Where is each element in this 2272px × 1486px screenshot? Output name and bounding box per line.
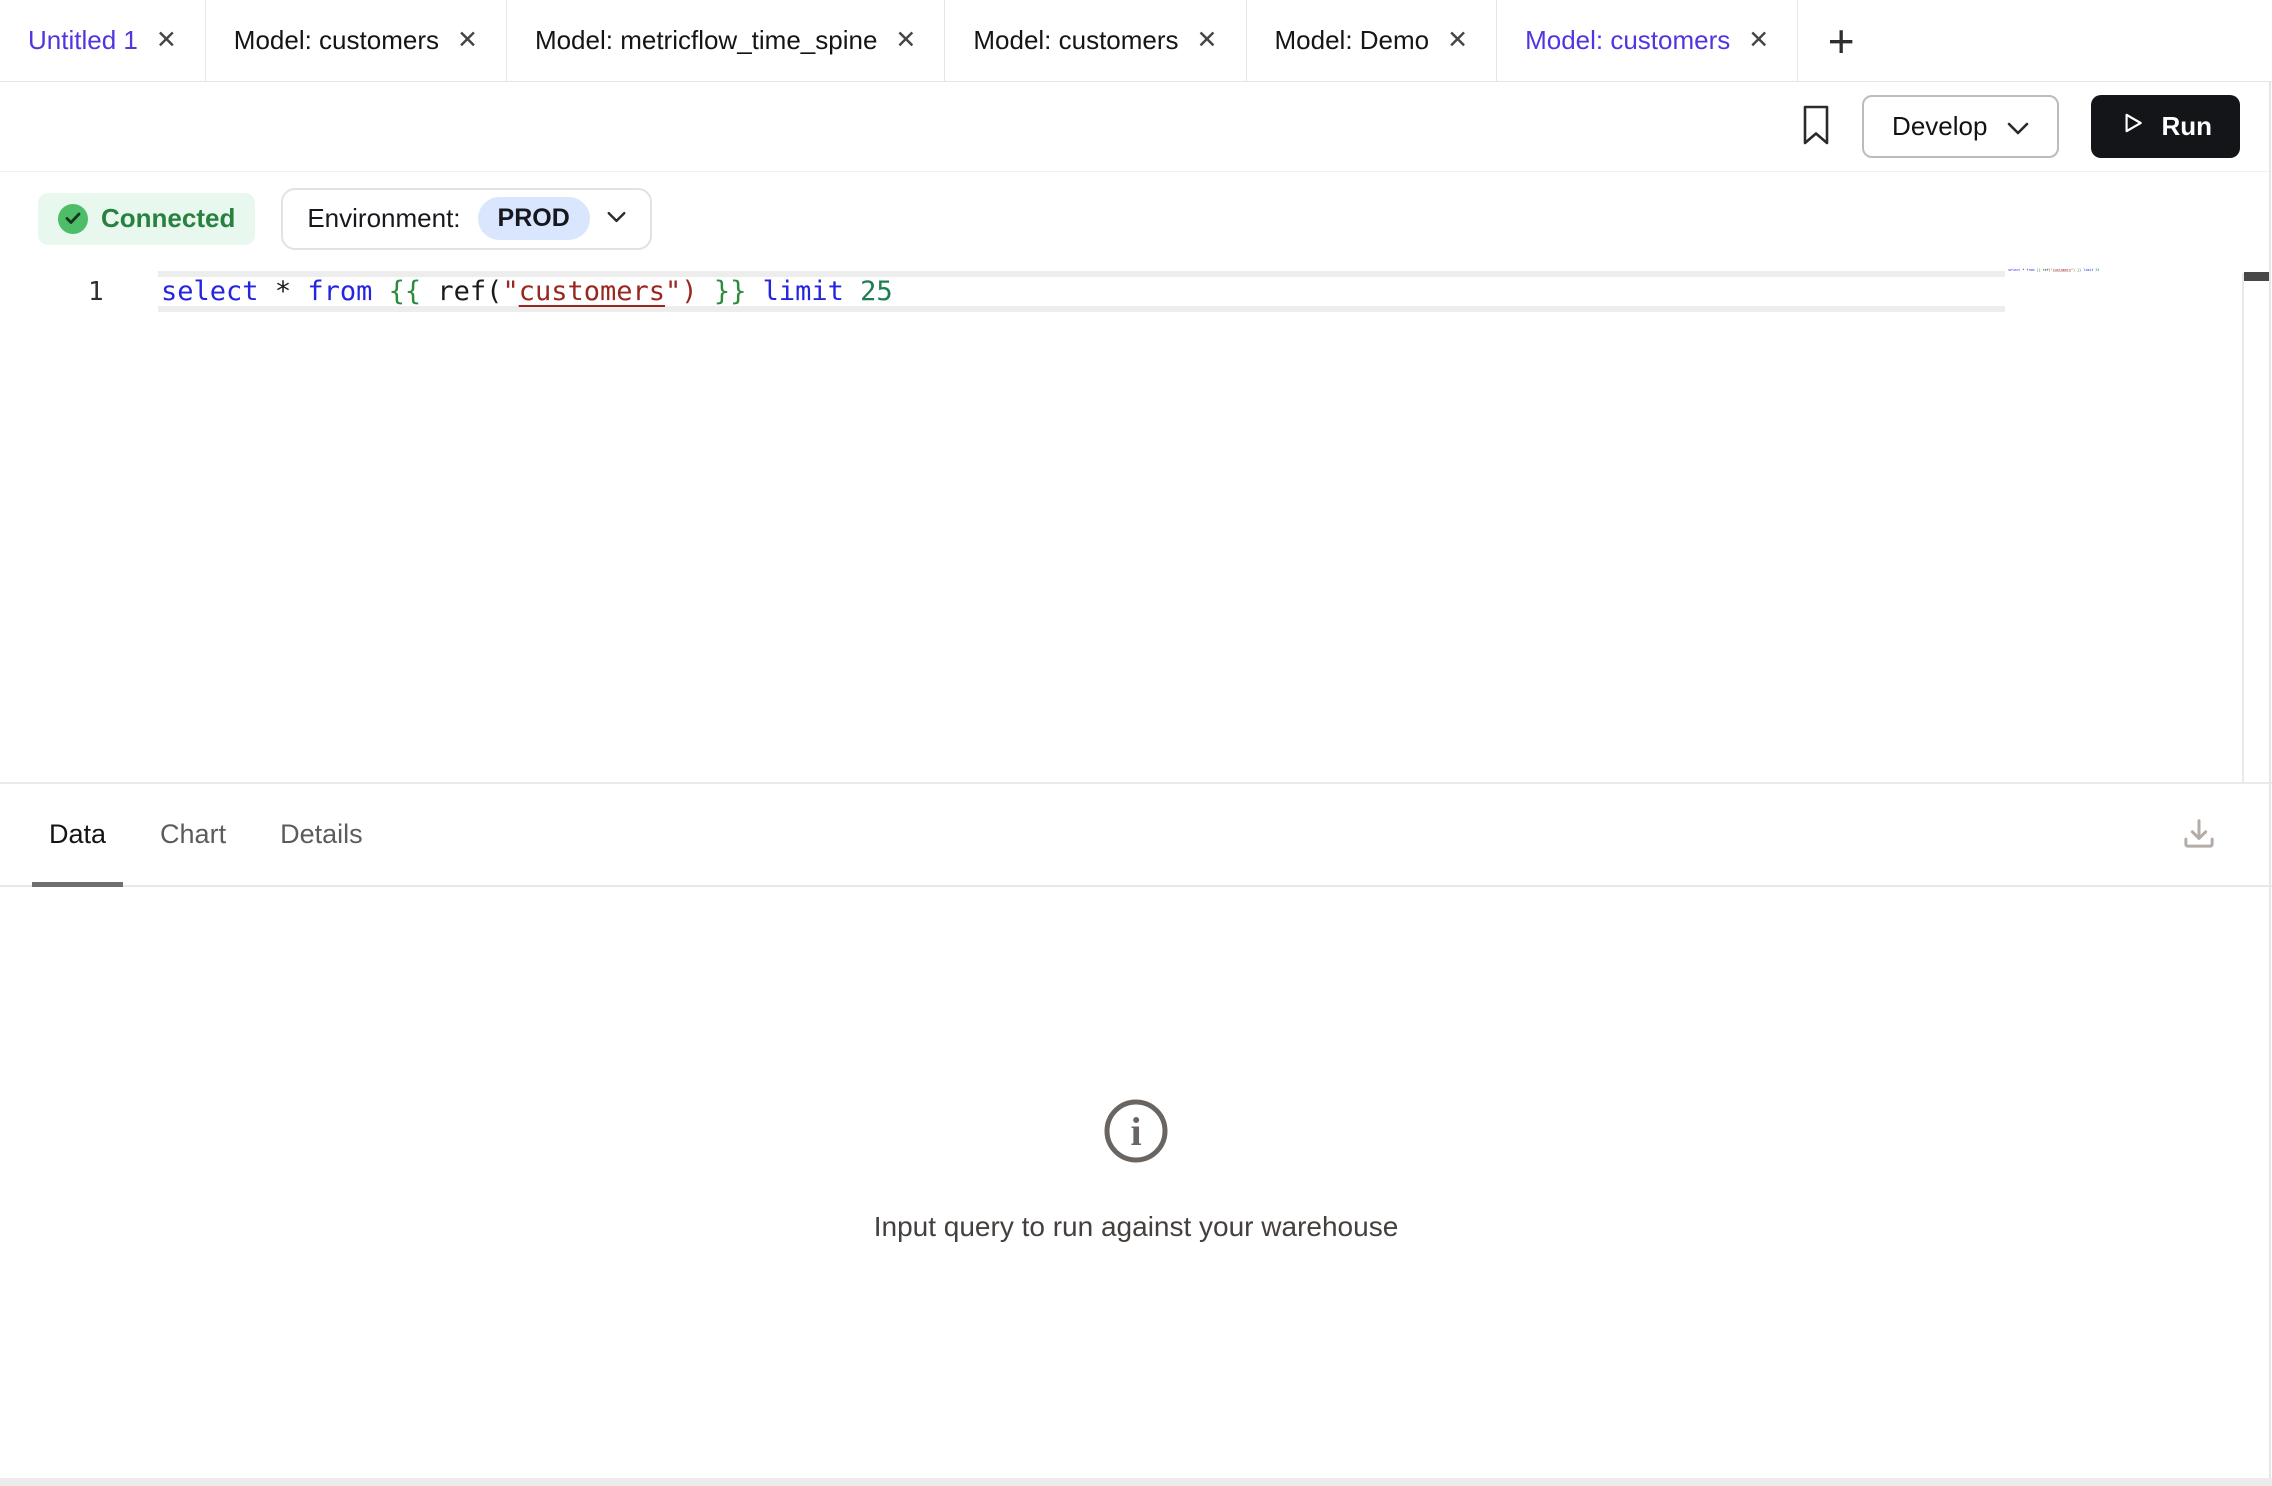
- code-token: ref(: [2041, 268, 2051, 272]
- right-edge-border: [2269, 82, 2271, 1478]
- close-icon[interactable]: ✕: [1748, 28, 1769, 53]
- bookmark-icon: [1802, 105, 1830, 148]
- code-token: customers: [519, 276, 665, 307]
- close-icon[interactable]: ✕: [1447, 28, 1468, 53]
- download-button[interactable]: [2178, 812, 2220, 857]
- code-token: ": [502, 276, 518, 307]
- tab-label: Model: Demo: [1275, 25, 1430, 56]
- scrollbar-track[interactable]: [2242, 273, 2244, 782]
- close-icon[interactable]: ✕: [895, 28, 916, 53]
- editor-tab-4[interactable]: Model: Demo ✕: [1247, 0, 1498, 81]
- code-token: }}: [714, 276, 747, 307]
- tab-chart[interactable]: Chart: [143, 784, 243, 885]
- code-token: select: [161, 276, 259, 307]
- minimap[interactable]: select * from {{ ref("customers") }} lim…: [2008, 268, 2272, 297]
- tab-label: Model: customers: [973, 25, 1178, 56]
- play-icon: [2119, 109, 2145, 144]
- run-label: Run: [2161, 111, 2212, 142]
- connection-status-label: Connected: [101, 203, 235, 234]
- environment-label: Environment:: [307, 203, 460, 234]
- plus-icon: +: [1828, 14, 1855, 68]
- code-token: from: [2026, 268, 2034, 272]
- new-tab-button[interactable]: +: [1798, 0, 1884, 81]
- code-token: [259, 276, 275, 307]
- code-token: from: [307, 276, 372, 307]
- line-number: 1: [88, 278, 104, 307]
- sql-editor[interactable]: 1 select * from {{ ref("customers") }} l…: [0, 265, 2272, 782]
- code-token: *: [275, 276, 291, 307]
- connection-status-badge: Connected: [38, 193, 255, 245]
- results-panel: DataChartDetails i Input query to run ag…: [0, 782, 2272, 1478]
- editor-tab-0[interactable]: Untitled 1 ✕: [0, 0, 206, 81]
- bottom-edge-strip: [0, 1478, 2272, 1486]
- editor-tab-2[interactable]: Model: metricflow_time_spine ✕: [507, 0, 945, 81]
- check-icon: [58, 204, 88, 234]
- code-token: ): [681, 276, 697, 307]
- code-token: {{: [389, 276, 422, 307]
- code-token: [698, 276, 714, 307]
- scrollbar-thumb[interactable]: [2244, 272, 2270, 281]
- environment-value-badge: PROD: [478, 197, 590, 240]
- code-token: [844, 276, 860, 307]
- code-token: select: [2008, 268, 2020, 272]
- code-token: [372, 276, 388, 307]
- chevron-down-icon: [2007, 111, 2029, 142]
- tab-label: Model: customers: [234, 25, 439, 56]
- code-line[interactable]: select * from {{ ref("customers") }} lim…: [161, 277, 893, 306]
- close-icon[interactable]: ✕: [1197, 28, 1218, 53]
- editor-tab-5[interactable]: Model: customers ✕: [1497, 0, 1798, 81]
- results-tabs: DataChartDetails: [32, 784, 400, 885]
- download-icon: [2178, 812, 2220, 857]
- bookmark-button[interactable]: [1802, 105, 1830, 148]
- code-token: 25: [2095, 268, 2099, 272]
- editor-tab-3[interactable]: Model: customers ✕: [945, 0, 1246, 81]
- code-token: ": [665, 276, 681, 307]
- ide-window: Untitled 1✕Model: customers✕Model: metri…: [0, 0, 2272, 1486]
- editor-tab-bar: Untitled 1✕Model: customers✕Model: metri…: [0, 0, 2272, 82]
- chevron-down-icon: [607, 210, 626, 228]
- status-row: Connected Environment: PROD: [0, 172, 2272, 265]
- code-token: [746, 276, 762, 307]
- close-icon[interactable]: ✕: [156, 28, 177, 53]
- minimap-code: select * from {{ ref("customers") }} lim…: [2008, 268, 2099, 272]
- tab-label: Model: metricflow_time_spine: [535, 25, 877, 56]
- code-token: ref(: [421, 276, 502, 307]
- header-toolbar: Develop Run: [0, 82, 2272, 172]
- tab-label: Untitled 1: [28, 25, 138, 56]
- code-token: limit: [763, 276, 844, 307]
- tab-label: Model: customers: [1525, 25, 1730, 56]
- active-line-highlight[interactable]: select * from {{ ref("customers") }} lim…: [158, 271, 2005, 312]
- environment-selector[interactable]: Environment: PROD: [281, 188, 651, 250]
- close-icon[interactable]: ✕: [457, 28, 478, 53]
- run-button[interactable]: Run: [2091, 95, 2240, 158]
- code-token: customers: [2053, 268, 2071, 272]
- tab-data[interactable]: Data: [32, 784, 123, 885]
- results-tab-bar: DataChartDetails: [0, 784, 2272, 887]
- results-empty-state: i Input query to run against your wareho…: [0, 887, 2272, 1478]
- tab-details[interactable]: Details: [263, 784, 380, 885]
- info-icon: i: [1103, 1098, 1169, 1169]
- svg-text:i: i: [1130, 1109, 1141, 1154]
- empty-state-message: Input query to run against your warehous…: [874, 1211, 1399, 1243]
- develop-label: Develop: [1892, 111, 1987, 142]
- code-token: 25: [860, 276, 893, 307]
- develop-dropdown-button[interactable]: Develop: [1862, 95, 2059, 158]
- code-token: limit: [2083, 268, 2093, 272]
- editor-tab-1[interactable]: Model: customers ✕: [206, 0, 507, 81]
- code-token: [291, 276, 307, 307]
